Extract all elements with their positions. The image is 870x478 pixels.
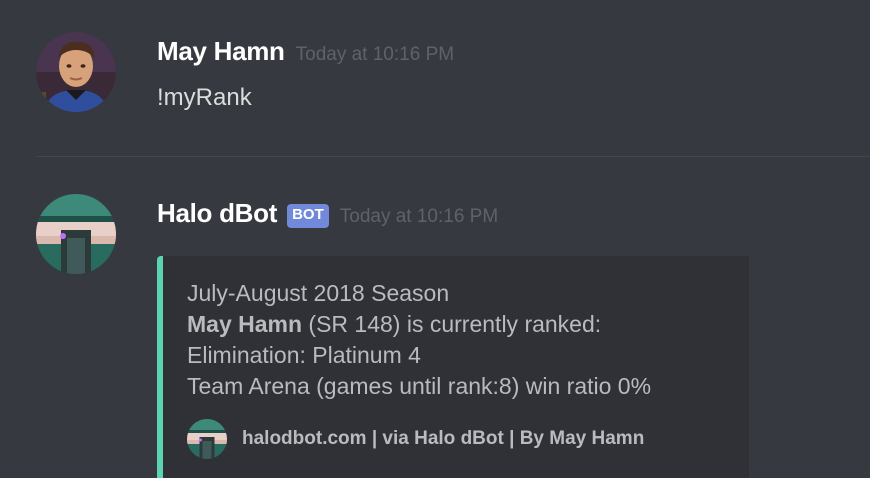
timestamp[interactable]: Today at 10:16 PM [340,206,498,228]
bot-tag-badge: BOT [287,204,329,228]
bot-username[interactable]: Halo dBot [157,198,277,229]
message-header: Halo dBot BOT Today at 10:16 PM [157,198,498,231]
bot-avatar[interactable] [36,194,116,274]
embed-footer-text: halodbot.com | via Halo dBot | By May Ha… [242,428,645,449]
halo-helmet-icon [36,194,116,274]
message-content: !myRank [157,84,252,111]
halo-helmet-icon [187,419,227,459]
footer-avatar [187,419,227,459]
user-avatar[interactable] [36,32,116,112]
message-user: May Hamn Today at 10:16 PM !myRank [0,0,870,156]
embed-line-rank: May Hamn (SR 148) is currently ranked: [187,309,651,340]
embed-player-name: May Hamn [187,311,303,337]
embed-line-season: July-August 2018 Season [187,280,450,306]
embed-line-elimination: Elimination: Platinum 4 [187,342,421,368]
embed-description: July-August 2018 Season May Hamn (SR 148… [187,278,651,402]
embed-rank-text: (SR 148) is currently ranked: [302,311,602,337]
user-portrait-icon [36,32,116,112]
embed-line-team-arena: Team Arena (games until rank:8) win rati… [187,373,652,399]
timestamp[interactable]: Today at 10:16 PM [296,44,454,66]
embed-accent-bar [157,256,163,478]
rich-embed: July-August 2018 Season May Hamn (SR 148… [157,256,749,478]
message-header: May Hamn Today at 10:16 PM [157,36,454,67]
embed-footer: halodbot.com | via Halo dBot | By May Ha… [187,419,644,459]
username[interactable]: May Hamn [157,36,285,67]
